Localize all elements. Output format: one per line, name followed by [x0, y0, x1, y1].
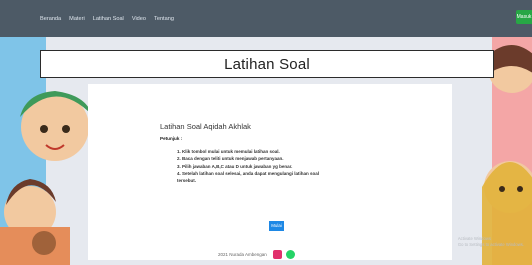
- quiz-title: Latihan Soal Aqidah Akhlak: [160, 122, 251, 131]
- instructions-list: 1. Klik tombol mulai untuk memulai latih…: [177, 148, 377, 184]
- page-banner: Latihan Soal: [40, 50, 494, 78]
- nav-link-beranda[interactable]: Beranda: [40, 16, 61, 22]
- login-button[interactable]: Masuk: [516, 10, 532, 24]
- instruction-step: 4. Setelah latihan soal selesai, anda da…: [177, 170, 320, 176]
- footer: 2021 Nurada Ambengan: [218, 250, 299, 259]
- instruction-step: 3. Pilih jawaban A,B,C atau D untuk jawa…: [177, 163, 293, 169]
- watermark-line: Go to Settings to activate Windows.: [457, 242, 524, 247]
- nav-link-materi[interactable]: Materi: [69, 16, 85, 22]
- instruction-step: tersebut.: [177, 178, 197, 184]
- quiz-intro-card: Latihan Soal Aqidah Akhlak Petunjuk : 1.…: [88, 84, 452, 260]
- instructions-label: Petunjuk :: [160, 136, 183, 141]
- whatsapp-icon[interactable]: [285, 250, 295, 259]
- top-navbar: Beranda Materi Latihan Soal Video Tentan…: [0, 0, 532, 37]
- instruction-step: 2. Baca dengan teliti untuk menjawab per…: [177, 156, 284, 162]
- start-quiz-button[interactable]: Mulai: [269, 221, 284, 231]
- nav-link-video[interactable]: Video: [132, 16, 146, 22]
- instagram-icon[interactable]: [272, 250, 282, 259]
- nav-link-tentang[interactable]: Tentang: [154, 16, 174, 22]
- windows-activation-watermark: Activate Windows Go to Settings to activ…: [458, 236, 524, 248]
- instruction-step: 1. Klik tombol mulai untuk memulai latih…: [177, 149, 280, 154]
- copyright-text: 2021 Nurada Ambengan: [218, 252, 267, 257]
- page-title: Latihan Soal: [224, 55, 310, 73]
- nav-link-latihan-soal[interactable]: Latihan Soal: [93, 16, 124, 22]
